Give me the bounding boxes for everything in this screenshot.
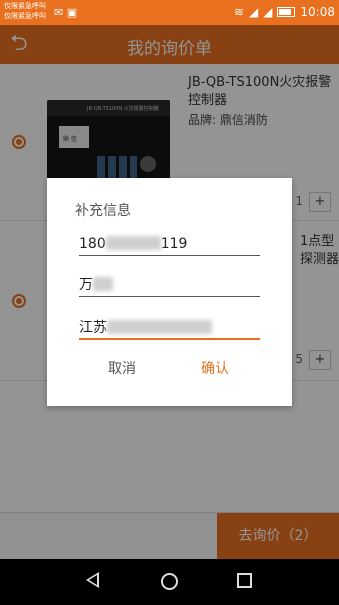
nav-home-icon[interactable]: [161, 573, 178, 590]
carrier-text: 仅限紧急呼叫 仅限紧急呼叫: [4, 1, 46, 21]
redacted-text: [93, 277, 113, 291]
signal-icon: ◢: [263, 5, 273, 19]
carrier-line-1: 仅限紧急呼叫: [4, 2, 46, 10]
phone-field[interactable]: 180 119: [79, 232, 260, 256]
confirm-button[interactable]: 确认: [201, 358, 229, 378]
redacted-text: [105, 236, 161, 250]
wifi-icon: ≋: [233, 5, 244, 19]
address-visible: 江苏: [79, 320, 107, 336]
dialog-title: 补充信息: [75, 203, 131, 219]
image-icon: ▣: [66, 6, 78, 19]
message-icon: ✉: [54, 6, 64, 19]
system-nav-bar: [0, 559, 339, 605]
address-field[interactable]: 江苏: [79, 316, 260, 340]
nav-back-icon[interactable]: [86, 572, 99, 588]
nav-recents-icon[interactable]: [237, 573, 252, 588]
name-visible: 万: [79, 277, 93, 293]
clock: 10:08: [300, 5, 335, 19]
redacted-text: [107, 320, 212, 334]
status-bar: 仅限紧急呼叫 仅限紧急呼叫 ✉ ▣ ≋ ◢ ◢ 10:08: [0, 0, 339, 25]
battery-icon: [277, 7, 296, 17]
phone-prefix: 180: [79, 236, 106, 252]
status-right: ≋ ◢ ◢ 10:08: [234, 5, 335, 19]
phone-suffix: 119: [160, 236, 188, 252]
name-field[interactable]: 万: [79, 273, 260, 297]
signal-icon: ◢: [248, 5, 259, 19]
carrier-line-2: 仅限紧急呼叫: [4, 12, 46, 20]
cancel-button[interactable]: 取消: [108, 358, 136, 378]
notification-icons: ✉ ▣: [54, 6, 77, 19]
supplementary-info-dialog: 补充信息 180 119 万 江苏 取消 确认: [47, 178, 292, 406]
